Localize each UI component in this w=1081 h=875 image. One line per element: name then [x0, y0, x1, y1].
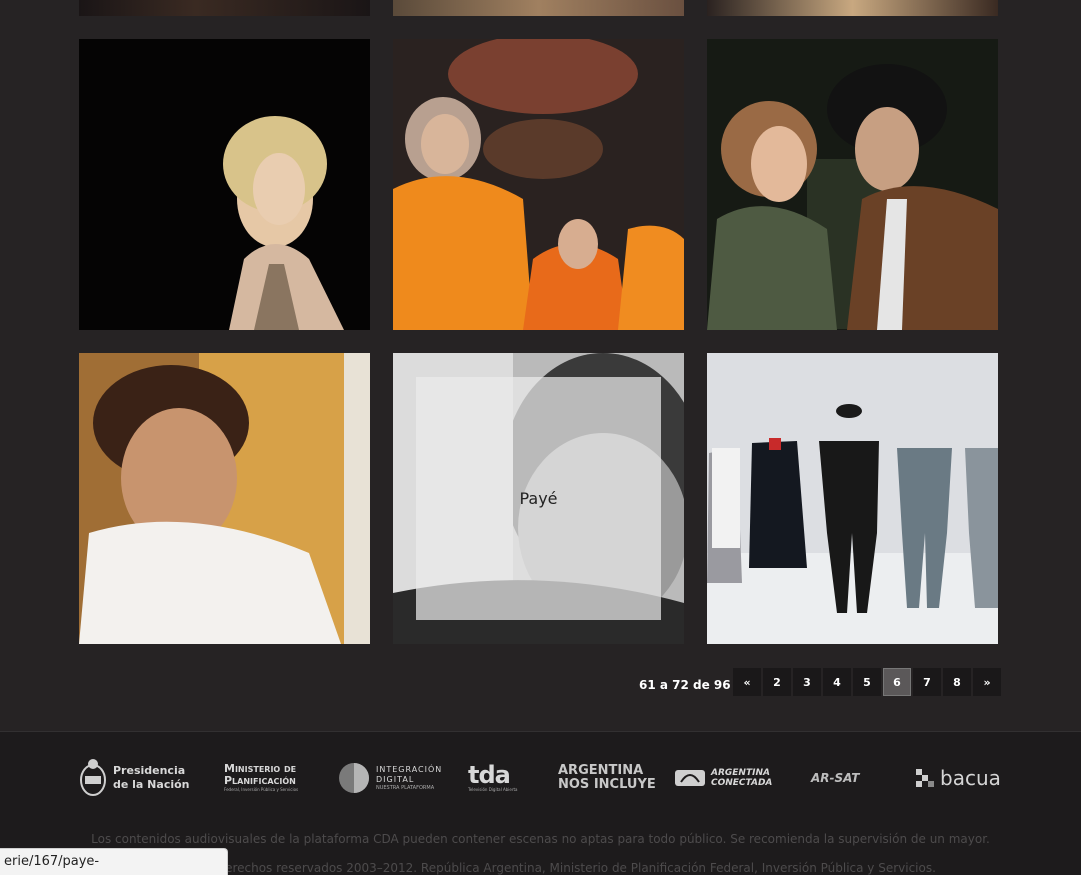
pagination-page-5[interactable]: 5: [853, 668, 881, 696]
pagination-page-4[interactable]: 4: [823, 668, 851, 696]
logo-presidencia-line2: de la Nación: [113, 778, 190, 791]
logo-argentina-nos-incluye[interactable]: ARGENTINA NOS INCLUYE: [558, 756, 656, 800]
logo-bacua-text: bacua: [940, 766, 1001, 790]
conectada-icon: [675, 770, 705, 786]
logo-integracion-line2: Digital: [376, 774, 415, 784]
logo-argentina-line1: ARGENTINA: [558, 763, 644, 778]
footer-disclaimer: Los contenidos audiovisuales de la plata…: [91, 832, 990, 846]
pagination-prev-button[interactable]: «: [733, 668, 761, 696]
browser-status-url: erie/167/paye-: [0, 848, 228, 875]
logo-conectada-line1: ARGENTINA: [711, 768, 770, 778]
series-title-overlay[interactable]: Payé: [416, 377, 661, 620]
thumbnail-image: [79, 39, 370, 330]
logo-tda-subtitle: Televisión Digital Abierta: [468, 787, 518, 792]
escudo-icon: [80, 759, 106, 796]
pagination: « 2 3 4 5 6 7 8 »: [733, 668, 1001, 696]
logo-ministerio[interactable]: Ministerio de Planificación Federal, Inv…: [224, 756, 298, 800]
thumbnail-couple[interactable]: [707, 39, 998, 330]
logo-tda[interactable]: tda Televisión Digital Abierta: [468, 756, 517, 800]
thumbnail-paye[interactable]: Payé: [393, 353, 684, 644]
pagination-page-3[interactable]: 3: [793, 668, 821, 696]
logo-integracion-line3: Nuestra plataforma: [376, 784, 435, 791]
pagination-page-6-current[interactable]: 6: [883, 668, 911, 696]
thumbnail-suits[interactable]: [707, 353, 998, 644]
thumbnail-orange-jackets[interactable]: [393, 39, 684, 330]
pagination-page-8[interactable]: 8: [943, 668, 971, 696]
thumbnail-partial-2[interactable]: [393, 0, 684, 16]
thumbnail-partial-3[interactable]: [707, 0, 998, 16]
logo-arsat-text: AR-SAT: [811, 771, 860, 785]
series-title: Payé: [519, 489, 558, 508]
pagination-summary: 61 a 72 de 96: [639, 678, 731, 692]
thumbnail-image: [79, 353, 370, 644]
thumbnail-doctor[interactable]: [79, 353, 370, 644]
pagination-page-2[interactable]: 2: [763, 668, 791, 696]
logo-ministerio-line3: Federal, Inversión Pública y Servicios: [224, 787, 299, 792]
pagination-next-button[interactable]: »: [973, 668, 1001, 696]
thumbnail-image: [707, 353, 998, 644]
logo-presidencia-line1: Presidencia: [113, 764, 186, 777]
pagination-page-7[interactable]: 7: [913, 668, 941, 696]
globe-icon: [339, 763, 369, 793]
logo-integracion-digital[interactable]: Integración Digital Nuestra plataforma: [338, 756, 442, 800]
logo-presidencia[interactable]: Presidencia de la Nación: [79, 756, 190, 800]
logo-argentina-line2: NOS INCLUYE: [558, 777, 656, 792]
thumbnail-image: [707, 39, 998, 330]
logo-tda-mark: tda: [468, 761, 511, 789]
thumbnail-image: [393, 39, 684, 330]
logo-arsat[interactable]: AR-SAT: [811, 756, 859, 800]
bacua-icon: [916, 769, 934, 787]
logo-conectada-line2: CONECTADA: [711, 778, 773, 788]
logo-bacua[interactable]: bacua: [916, 756, 1001, 800]
logo-integracion-line1: Integración: [376, 764, 443, 774]
logo-ministerio-line2: Planificación: [224, 774, 296, 787]
thumbnail-woman-dress[interactable]: [79, 39, 370, 330]
thumbnail-partial-1[interactable]: [79, 0, 370, 16]
logo-argentina-conectada[interactable]: ARGENTINA CONECTADA: [675, 756, 772, 800]
